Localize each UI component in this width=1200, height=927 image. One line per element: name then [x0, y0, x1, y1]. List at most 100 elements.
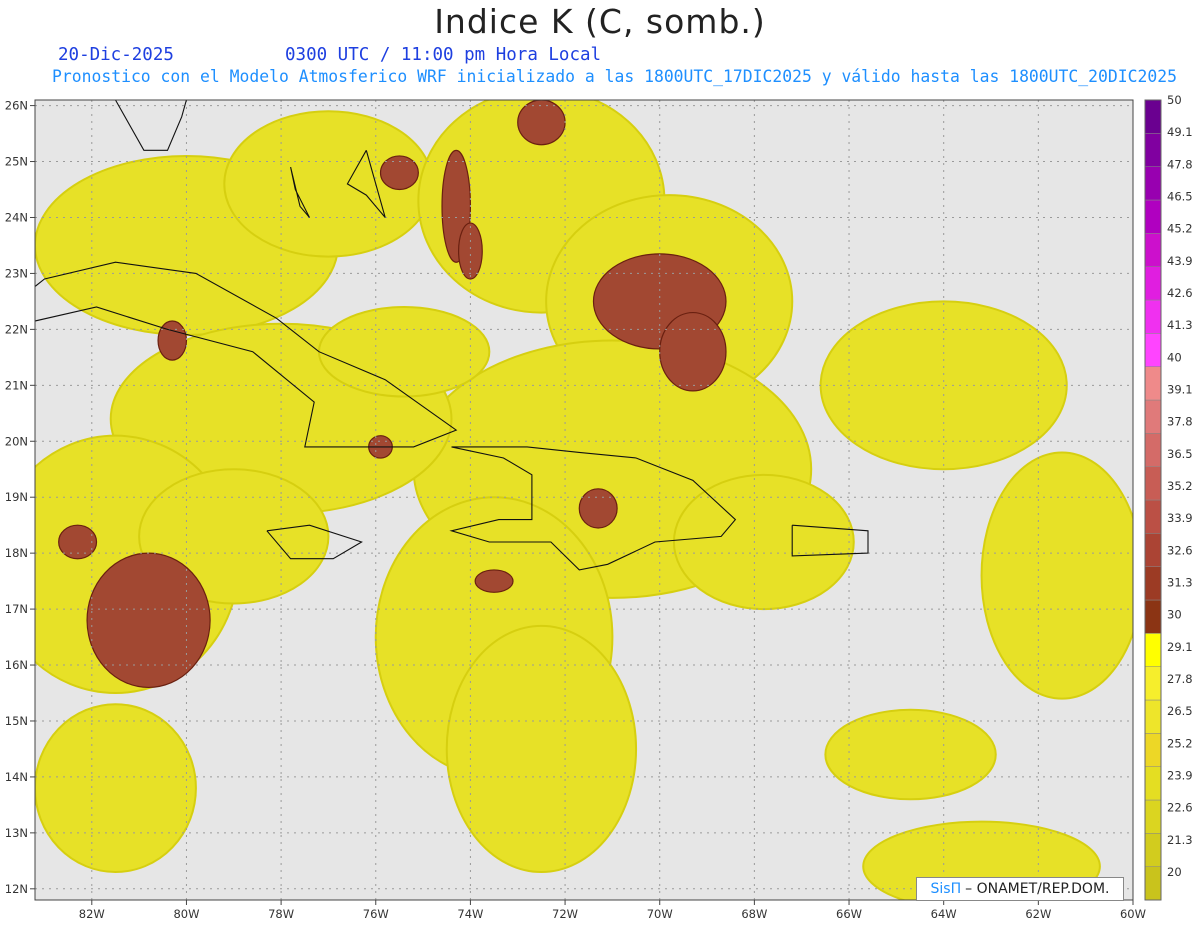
colorbar-label: 26.5 [1167, 704, 1193, 718]
colorbar-legend: 20 21.3 22.6 23.9 25.2 26.5 27.8 29.1 30 31.3 32.6… [1144, 93, 1193, 901]
colorbar-segment [1144, 866, 1162, 901]
kindex-high-region [379, 155, 419, 191]
colorbar-label: 45.2 [1167, 222, 1193, 236]
kindex-low-region [317, 305, 491, 398]
longitude-tick-label: 70W [647, 907, 673, 921]
colorbar-segment [1144, 433, 1162, 467]
kindex-high-region [58, 524, 98, 560]
forecast-subtitle: Pronostico con el Modelo Atmosferico WRF… [52, 67, 1177, 86]
colorbar-segment [1144, 133, 1162, 167]
longitude-tick-label: 82W [79, 907, 105, 921]
kindex-high-region [517, 100, 566, 146]
colorbar-segment [1144, 566, 1162, 601]
latitude-tick-label: 13N [5, 826, 28, 840]
colorbar-label: 39.1 [1167, 383, 1193, 397]
longitude-tick-label: 66W [836, 907, 862, 921]
colorbar-segment [1144, 533, 1162, 567]
colorbar-label: 47.8 [1167, 157, 1193, 171]
colorbar-segment [1144, 199, 1162, 234]
colorbar-label: 25.2 [1167, 736, 1193, 750]
latitude-axis: 12N 13N 14N 15N 16N 17N 18N 19N 20N 21N 22N 23N 24N 2… [5, 99, 35, 896]
forecast-time: 0300 UTC / 11:00 pm Hora Local [285, 45, 602, 65]
colorbar-segment [1144, 399, 1162, 434]
longitude-tick-label: 78W [268, 907, 294, 921]
kindex-high-region [157, 320, 188, 361]
kindex-low-region [824, 708, 997, 801]
kindex-high-region [457, 222, 483, 280]
colorbar-segment [1144, 499, 1162, 534]
latitude-tick-label: 22N [5, 322, 28, 336]
colorbar-label: 42.6 [1167, 286, 1193, 300]
longitude-tick-label: 80W [173, 907, 199, 921]
colorbar-label: 27.8 [1167, 672, 1193, 686]
longitude-axis: 82W 80W 78W 76W 74W 72W 70W 68W 66W 64W 62W 60W [79, 900, 1146, 921]
latitude-tick-label: 20N [5, 434, 28, 448]
latitude-tick-label: 21N [5, 378, 28, 392]
map-title: Indice K (C, somb.) [434, 2, 766, 41]
latitude-tick-label: 23N [5, 266, 28, 280]
forecast-map: 82W 80W 78W 76W 74W 72W 70W 68W 66W 64W 62W 60W 12N… [5, 93, 1193, 921]
colorbar-segment [1144, 733, 1162, 767]
kindex-high-region [86, 552, 211, 689]
colorbar-segment [1144, 633, 1162, 667]
kindex-high-region [474, 569, 514, 593]
latitude-tick-label: 17N [5, 602, 28, 616]
colorbar-segment [1144, 299, 1162, 334]
longitude-tick-label: 64W [931, 907, 957, 921]
longitude-tick-label: 62W [1025, 907, 1051, 921]
credit-text: – ONAMET/REP.DOM. [965, 881, 1110, 897]
latitude-tick-label: 15N [5, 714, 28, 728]
latitude-tick-label: 14N [5, 770, 28, 784]
latitude-tick-label: 16N [5, 658, 28, 672]
colorbar-label: 20 [1167, 865, 1182, 879]
latitude-tick-label: 12N [5, 882, 28, 896]
longitude-tick-label: 74W [457, 907, 483, 921]
colorbar-segment [1144, 233, 1162, 267]
colorbar-segment [1144, 666, 1162, 701]
colorbar-segment [1144, 699, 1162, 734]
forecast-date: 20-Dic-2025 [58, 45, 174, 65]
kindex-high-region [578, 488, 618, 529]
colorbar-label: 43.9 [1167, 254, 1193, 268]
colorbar-label: 21.3 [1167, 833, 1193, 847]
colorbar-segment [1144, 466, 1162, 501]
latitude-tick-label: 24N [5, 210, 28, 224]
colorbar-segment [1144, 266, 1162, 301]
colorbar-label: 46.5 [1167, 190, 1193, 204]
colorbar-label: 36.5 [1167, 447, 1193, 461]
colorbar-segment [1144, 166, 1162, 201]
latitude-tick-label: 25N [5, 155, 28, 169]
colorbar-segment [1144, 99, 1162, 134]
colorbar-label: 50 [1167, 93, 1182, 107]
kindex-low-region [672, 473, 855, 611]
colorbar-segment [1144, 599, 1162, 634]
kindex-low-region [35, 703, 197, 874]
colorbar-segment [1144, 799, 1162, 834]
colorbar-label: 41.3 [1167, 318, 1193, 332]
colorbar-label: 32.6 [1167, 543, 1193, 557]
latitude-tick-label: 18N [5, 546, 28, 560]
colorbar-label: 37.8 [1167, 415, 1193, 429]
colorbar-label: 40 [1167, 350, 1182, 364]
colorbar-label: 22.6 [1167, 801, 1193, 815]
longitude-tick-label: 72W [552, 907, 578, 921]
longitude-tick-label: 60W [1120, 907, 1146, 921]
colorbar-segment [1144, 766, 1162, 801]
colorbar-label: 29.1 [1167, 640, 1193, 654]
latitude-tick-label: 19N [5, 490, 28, 504]
kindex-low-region [445, 624, 638, 874]
colorbar-label: 30 [1167, 608, 1182, 622]
colorbar-segment [1144, 833, 1162, 867]
latitude-tick-label: 26N [5, 99, 28, 113]
colorbar-label: 31.3 [1167, 576, 1193, 590]
credit-box: SisΠ – ONAMET/REP.DOM. [916, 877, 1124, 901]
colorbar-label: 23.9 [1167, 769, 1193, 783]
longitude-tick-label: 76W [363, 907, 389, 921]
kindex-low-region [980, 451, 1133, 700]
colorbar-label: 49.1 [1167, 125, 1193, 139]
colorbar-segment [1144, 333, 1162, 367]
plot-area [34, 99, 1134, 901]
longitude-tick-label: 68W [741, 907, 767, 921]
colorbar-label: 33.9 [1167, 511, 1193, 525]
kindex-high-region [659, 311, 727, 392]
